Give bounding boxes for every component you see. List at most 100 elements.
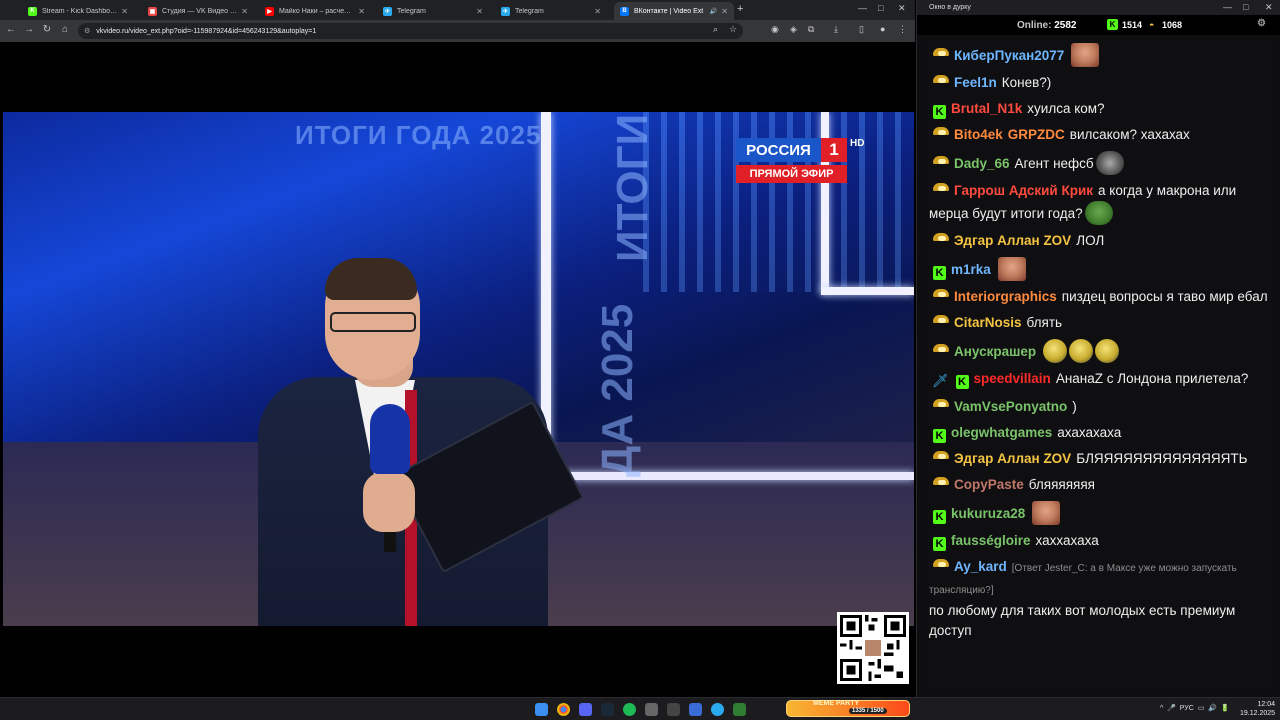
vk-badge-icon <box>933 344 949 354</box>
chat-message-text: БЛЯЯЯЯЯЯЯЯЯЯЯЯЯЯТЬ <box>1076 451 1248 466</box>
forward-button[interactable]: → <box>22 24 36 35</box>
chat-message: Эдгар Аллан ZOV БЛЯЯЯЯЯЯЯЯЯЯЯЯЯЯТЬ <box>925 446 1275 472</box>
chat-username[interactable]: Эдгар Аллан ZOV <box>954 233 1071 248</box>
chat-username[interactable]: olegwhatgames <box>951 425 1052 440</box>
kick-badge-icon: K <box>933 105 946 119</box>
chat-username[interactable]: Bito4ek <box>954 127 1003 142</box>
menu-dots-icon[interactable]: ⋮ <box>898 24 907 35</box>
system-tray[interactable]: ^ 🎤 РУС ▭ 🔊 🔋 <box>1160 704 1230 712</box>
chat-username[interactable]: Dady_66 <box>954 156 1010 171</box>
chat-username[interactable]: VamVsePonyatno <box>954 399 1067 414</box>
chat-message: CitarNosis блять <box>925 310 1275 336</box>
tab-close-icon[interactable]: ✕ <box>476 7 483 16</box>
reload-button[interactable]: ↻ <box>40 24 54 35</box>
chat-username[interactable]: kukuruza28 <box>951 506 1025 521</box>
spotify-icon[interactable] <box>623 703 636 716</box>
studio-bg-vertical-text: ДА 2025 <box>593 303 642 477</box>
tab[interactable]: K Stream - Kick Dashboard ✕ <box>22 2 134 20</box>
chat-message: 🗡 Kspeedvillain АнанаZ с Лондона прилетела… <box>925 366 1275 394</box>
chat-message-text: Агент нефсб <box>1014 156 1094 171</box>
chat-message: КиберПукан2077 <box>925 40 1275 70</box>
chat-username[interactable]: Feel1n <box>954 75 997 90</box>
chat-username[interactable]: КиберПукан2077 <box>954 48 1064 63</box>
url-field[interactable]: ⚙ vkvideo.ru/video_ext.php?oid=-11598792… <box>78 23 743 39</box>
chat-message-text: Конев?) <box>1001 75 1052 90</box>
minimize-button[interactable]: — <box>1223 2 1232 12</box>
light-frame <box>821 287 914 295</box>
chat-username[interactable]: Анускрашер <box>954 344 1036 359</box>
extension-icon-2[interactable]: ◈ <box>790 24 797 35</box>
chat-username[interactable]: Гаррош Адский Крик <box>954 183 1093 198</box>
site-info-icon[interactable]: ⚙ <box>84 27 90 35</box>
tab[interactable]: ▣ Студия — VK Видео Live ✕ <box>142 2 254 20</box>
tab-audio-icon[interactable]: 🔊 <box>710 8 717 15</box>
tab[interactable]: ✈ Telegram ✕ <box>377 2 489 20</box>
chat-username[interactable]: speedvillain <box>974 371 1051 386</box>
tab-close-icon[interactable]: ✕ <box>121 7 128 16</box>
chat-message-list[interactable]: КиберПукан2077 Feel1n Конев?) K Brutal_N1k ху… <box>925 40 1275 690</box>
zoom-icon[interactable]: ⌕ <box>713 24 718 35</box>
browser-maximize-button[interactable]: □ <box>878 3 883 13</box>
tab[interactable]: В ВКонтакте | Video Ext 🔊 ✕ <box>614 2 734 20</box>
new-tab-button[interactable]: + <box>737 3 743 15</box>
tab[interactable]: ✈ Telegram ✕ <box>495 2 607 20</box>
tab-close-icon[interactable]: ✕ <box>594 7 601 16</box>
profile-avatar-icon[interactable]: ● <box>880 24 885 34</box>
download-icon[interactable]: ⤓ <box>834 24 838 35</box>
vk-badge-icon <box>933 156 949 166</box>
browser-minimize-button[interactable]: — <box>858 3 867 13</box>
chat-username[interactable]: CitarNosis <box>954 315 1022 330</box>
studio-bg-title: ИТОГИ ГОДА 2025 <box>295 120 542 150</box>
obs-icon[interactable] <box>667 703 680 716</box>
chat-username[interactable]: GRPZDC <box>1008 127 1065 142</box>
tab-close-icon[interactable]: ✕ <box>358 7 365 16</box>
channel-number: 1 <box>821 138 847 162</box>
tab-close-icon[interactable]: ✕ <box>721 7 728 16</box>
chat-username[interactable]: Ay_kard <box>954 559 1007 574</box>
clock[interactable]: 12:04 19.12.2025 <box>1240 700 1275 718</box>
tab[interactable]: ▶ Майко Наки – расчеловечиван ✕ <box>259 2 371 20</box>
steam-icon[interactable] <box>601 703 614 716</box>
chat-username[interactable]: Brutal_N1k <box>951 101 1022 116</box>
vk-badge-icon <box>933 559 949 569</box>
tab-label: Stream - Kick Dashboard <box>42 7 118 15</box>
discord-icon[interactable] <box>579 703 592 716</box>
extensions-puzzle-icon[interactable]: ⧉ <box>808 24 814 35</box>
tab-favicon-icon: ▣ <box>148 6 157 16</box>
chat-username[interactable]: Эдгар Аллан ZOV <box>954 451 1071 466</box>
url-text: vkvideo.ru/video_ext.php?oid=-115987924&… <box>96 27 317 35</box>
chat-username[interactable]: m1rka <box>951 262 991 277</box>
back-button[interactable]: ← <box>4 24 18 35</box>
chat-message-text: АнанаZ с Лондона прилетела? <box>1055 371 1249 386</box>
chat-username[interactable]: Interiorgraphics <box>954 289 1057 304</box>
language-indicator[interactable]: РУС <box>1180 705 1194 712</box>
app-icon[interactable] <box>689 703 702 716</box>
vk-viewers: 1068 <box>1162 20 1183 30</box>
kick-icon: K <box>1107 19 1118 30</box>
telegram-icon[interactable] <box>711 703 724 716</box>
face-emote-icon <box>997 257 1026 281</box>
app-icon[interactable] <box>645 703 658 716</box>
video-player[interactable]: ИТОГИ ГОДА 2025 ИТОГИ ДА 2025 РОССИЯ 1 H… <box>3 112 914 626</box>
home-button[interactable]: ⌂ <box>58 24 72 35</box>
chat-message-text: вилсаком? хахахах <box>1069 127 1190 142</box>
sidebar-icon[interactable]: ▯ <box>859 24 864 35</box>
chat-username[interactable]: CopyPaste <box>954 477 1024 492</box>
app-icon[interactable] <box>733 703 746 716</box>
tab-label: Студия — VK Видео Live <box>162 7 238 15</box>
chat-message: Dady_66 Агент нефсб <box>925 148 1275 178</box>
settings-gear-icon[interactable]: ⚙ <box>1257 18 1266 29</box>
windows-start-icon[interactable] <box>535 703 548 716</box>
chrome-icon[interactable] <box>557 703 570 716</box>
browser-close-button[interactable]: ✕ <box>898 3 906 14</box>
chat-username[interactable]: fausségloire <box>951 533 1031 548</box>
tab-label: ВКонтакте | Video Ext <box>634 7 704 15</box>
tab-close-icon[interactable]: ✕ <box>241 7 248 16</box>
vk-badge-icon <box>933 451 949 461</box>
bookmark-star-icon[interactable]: ☆ <box>729 24 737 35</box>
extension-icon[interactable]: ◉ <box>771 24 779 35</box>
vk-badge-icon <box>933 233 949 243</box>
close-button[interactable]: ✕ <box>1265 2 1273 13</box>
meme-party-widget[interactable]: MEME PARTY 1335 / 1500 <box>786 700 910 717</box>
maximize-button[interactable]: □ <box>1243 2 1248 12</box>
